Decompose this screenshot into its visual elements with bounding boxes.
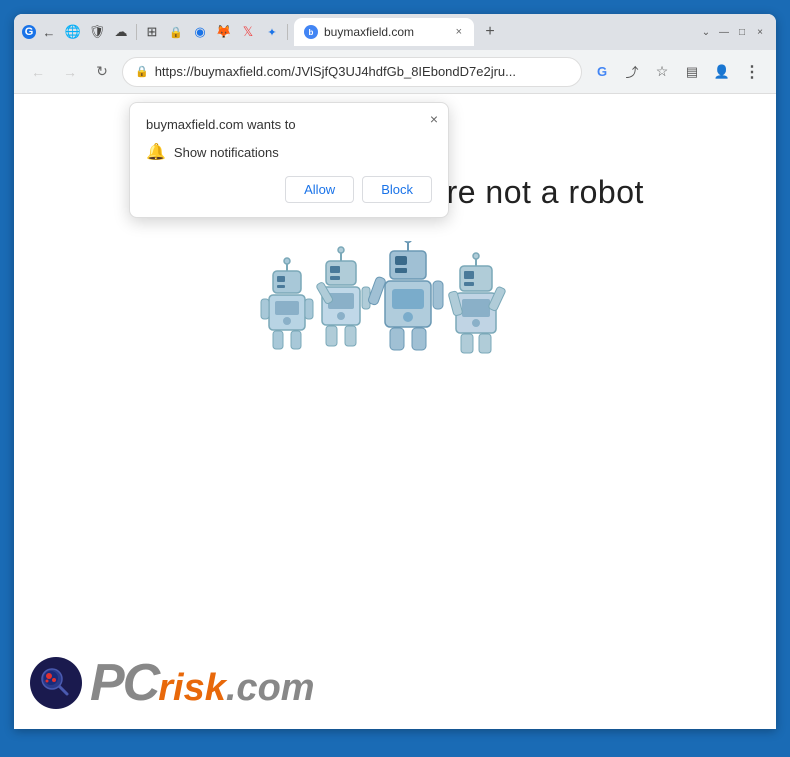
maximize-button[interactable]: □ [734, 24, 750, 40]
titlebar-icons: ← 🌐 🛡 ☁ [40, 23, 130, 41]
popup-buttons: Allow Block [146, 176, 432, 203]
pcrisk-logo-svg [33, 660, 79, 706]
extension-icons: ⊞ 🔒 ◉ 🦊 𝕏 ✦ [143, 23, 281, 41]
toolbar-right-icons: G ⤴ ☆ ▤ 👤 ⋮ [590, 60, 764, 84]
cloud-icon[interactable]: ☁ [112, 23, 130, 41]
address-bar: ← → ↻ 🔒 https://buymaxfield.com/JVlSjfQ3… [14, 50, 776, 94]
pcrisk-text-group: PC risk .com [90, 653, 315, 713]
forward-button[interactable]: → [58, 60, 82, 84]
ext5-icon[interactable]: 𝕏 [239, 23, 257, 41]
something-icon[interactable]: 🌐 [64, 23, 82, 41]
pcrisk-logo [30, 657, 82, 709]
popup-notification-row: 🔔 Show notifications [146, 142, 432, 162]
minimize-button[interactable]: — [716, 24, 732, 40]
com-text: .com [226, 667, 315, 710]
window-controls: ⌄ — □ × [698, 24, 768, 40]
separator2 [287, 24, 288, 40]
ext4-icon[interactable]: 🦊 [215, 23, 233, 41]
share-icon[interactable]: ⤴ [620, 60, 644, 84]
active-tab[interactable]: b buymaxfield.com × [294, 18, 474, 46]
bookmark-icon[interactable]: ☆ [650, 60, 674, 84]
chrome-logo-icon: G [22, 25, 36, 39]
shield-icon[interactable]: 🛡 [88, 23, 106, 41]
risk-text: risk [158, 667, 226, 710]
robots-svg [245, 241, 545, 401]
back-icon-title[interactable]: ← [40, 23, 58, 41]
menu-icon[interactable]: ⋮ [740, 60, 764, 84]
back-button[interactable]: ← [26, 60, 50, 84]
pcrisk-brand: PC risk .com [30, 653, 315, 713]
popup-close-button[interactable]: × [430, 111, 438, 127]
new-tab-button[interactable]: + [478, 20, 502, 44]
google-icon[interactable]: G [590, 60, 614, 84]
address-bar-input[interactable]: 🔒 https://buymaxfield.com/JVlSjfQ3UJ4hdf… [122, 57, 582, 87]
account-icon[interactable]: 👤 [710, 60, 734, 84]
ext3-icon[interactable]: ◉ [191, 23, 209, 41]
page-content: × buymaxfield.com wants to 🔔 Show notifi… [14, 94, 776, 729]
refresh-button[interactable]: ↻ [90, 60, 114, 84]
close-window-button[interactable]: × [752, 24, 768, 40]
separator [136, 24, 137, 40]
ext6-icon[interactable]: ✦ [263, 23, 281, 41]
notification-popup: × buymaxfield.com wants to 🔔 Show notifi… [129, 102, 449, 218]
bell-icon: 🔔 [146, 142, 166, 162]
browser-window: G ← 🌐 🛡 ☁ ⊞ 🔒 ◉ 🦊 𝕏 ✦ b buymaxfield.com … [14, 14, 776, 729]
pc-text: PC [90, 653, 158, 713]
popup-title: buymaxfield.com wants to [146, 117, 432, 132]
allow-button[interactable]: Allow [285, 176, 354, 203]
tab-close-icon[interactable]: × [454, 24, 464, 40]
chevron-down-icon[interactable]: ⌄ [698, 24, 714, 40]
tab-title: buymaxfield.com [324, 25, 414, 39]
tab-favicon: b [304, 25, 318, 39]
lock-icon: 🔒 [135, 65, 149, 78]
sidebar-icon[interactable]: ▤ [680, 60, 704, 84]
ext1-icon[interactable]: ⊞ [143, 23, 161, 41]
url-display: https://buymaxfield.com/JVlSjfQ3UJ4hdfGb… [155, 64, 569, 79]
robots-illustration [14, 241, 776, 401]
title-bar: G ← 🌐 🛡 ☁ ⊞ 🔒 ◉ 🦊 𝕏 ✦ b buymaxfield.com … [14, 14, 776, 50]
popup-notification-text: Show notifications [174, 145, 279, 160]
ext2-icon[interactable]: 🔒 [167, 23, 185, 41]
block-button[interactable]: Block [362, 176, 432, 203]
